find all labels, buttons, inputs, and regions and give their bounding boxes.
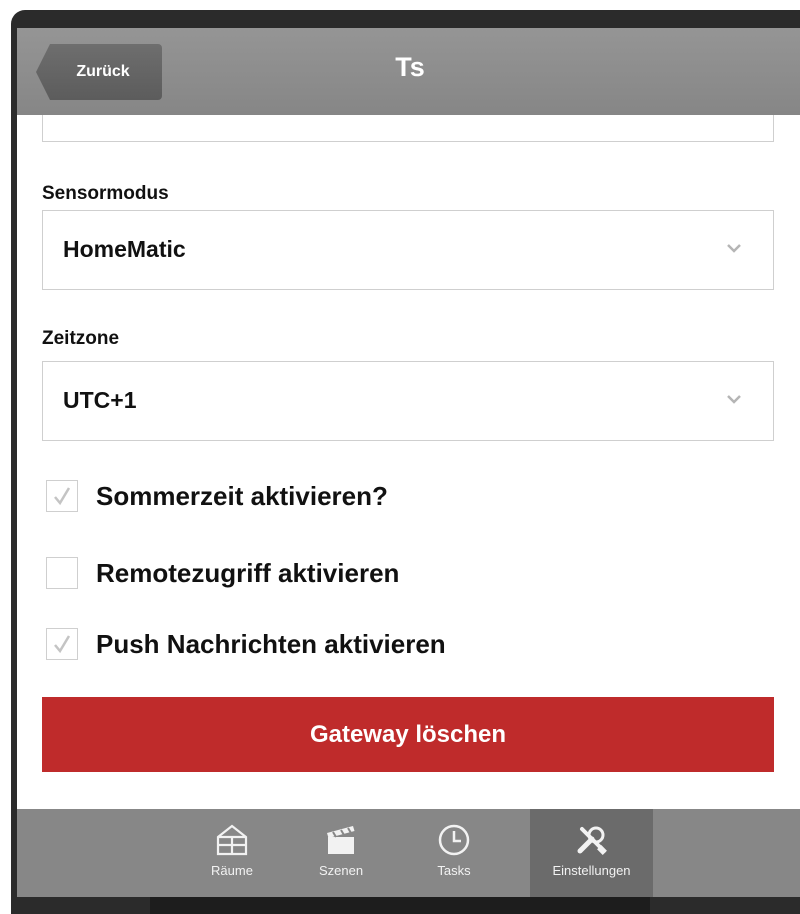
tab-tasks[interactable]: Tasks (409, 809, 499, 897)
push-nachrichten-checkbox-row[interactable]: Push Nachrichten aktivieren (46, 624, 446, 664)
tab-szenen-label: Szenen (318, 863, 364, 878)
sensormodus-label: Sensormodus (42, 183, 169, 204)
clock-icon (438, 824, 470, 856)
remotezugriff-label: Remotezugriff aktivieren (96, 557, 400, 588)
back-button[interactable]: Zurück (36, 44, 162, 100)
sommerzeit-checkbox-row[interactable]: Sommerzeit aktivieren? (46, 476, 388, 516)
tab-szenen[interactable]: Szenen (295, 809, 387, 897)
tab-raeume[interactable]: Räume (182, 809, 282, 897)
bottom-bezel (150, 897, 650, 914)
push-nachrichten-checkbox[interactable] (46, 628, 78, 660)
sensormodus-select[interactable]: HomeMatic (42, 210, 774, 290)
tab-raeume-label: Räume (211, 863, 253, 878)
sensormodus-value: HomeMatic (63, 236, 186, 262)
tab-einstellungen-label: Einstellungen (552, 863, 631, 878)
house-grid-icon (216, 824, 248, 856)
checkmark-icon (54, 635, 71, 654)
page-title: Ts (395, 52, 425, 82)
push-nachrichten-label: Push Nachrichten aktivieren (96, 628, 446, 659)
zeitzone-label: Zeitzone (42, 328, 120, 349)
tab-tasks-label: Tasks (437, 863, 471, 878)
delete-gateway-button[interactable]: Gateway löschen (42, 697, 774, 772)
sommerzeit-checkbox[interactable] (46, 480, 78, 512)
clapperboard-icon (327, 826, 355, 854)
chevron-down-icon (727, 395, 741, 404)
tab-einstellungen[interactable]: Einstellungen (530, 809, 653, 897)
zeitzone-value: UTC+1 (63, 387, 137, 413)
remotezugriff-checkbox-row[interactable]: Remotezugriff aktivieren (46, 553, 399, 593)
chevron-down-icon (727, 244, 741, 253)
wrench-screwdriver-icon (577, 826, 607, 855)
zeitzone-select[interactable]: UTC+1 (42, 361, 774, 441)
tab-bar: Räume Szenen Tasks Einstellungen (17, 809, 800, 897)
remotezugriff-checkbox[interactable] (46, 557, 78, 589)
sommerzeit-label: Sommerzeit aktivieren? (96, 480, 388, 511)
checkmark-icon (54, 487, 71, 506)
